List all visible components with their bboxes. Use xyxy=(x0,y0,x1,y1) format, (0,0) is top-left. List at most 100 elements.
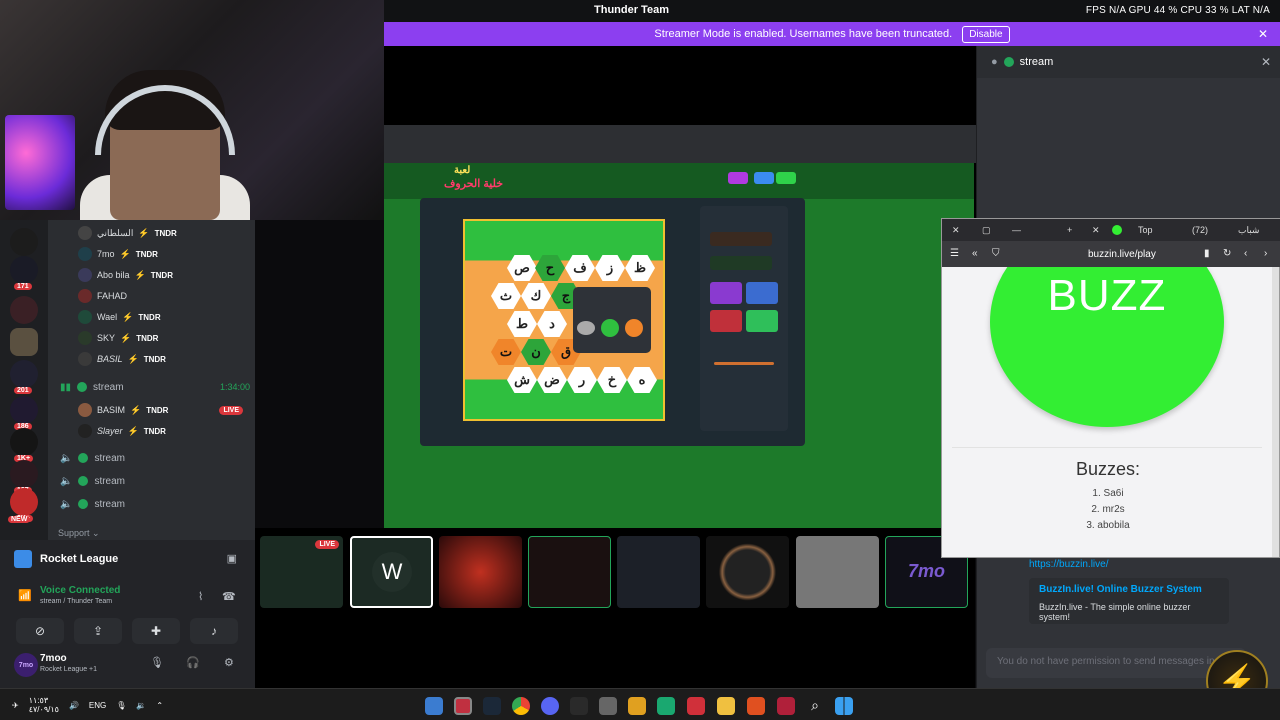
chrome-icon[interactable] xyxy=(512,697,530,715)
browser-tab[interactable]: شباب xyxy=(1238,225,1259,236)
voice-channel-stream[interactable]: 🔈 stream xyxy=(60,472,125,490)
game-button[interactable] xyxy=(728,172,748,184)
voice-member[interactable]: 7mo ⚡ TNDR xyxy=(78,245,158,263)
forward-icon[interactable]: › xyxy=(1264,248,1267,259)
control-button[interactable] xyxy=(746,282,778,304)
server-icon[interactable]: 201 xyxy=(10,360,38,394)
hex-cell[interactable]: ش xyxy=(507,367,537,393)
hex-cell[interactable]: خ xyxy=(597,367,627,393)
microphone-icon[interactable]: 🎙 xyxy=(150,656,164,669)
reload-icon[interactable]: ↻ xyxy=(1223,248,1231,259)
voice-member[interactable]: Abo bila ⚡ TNDR xyxy=(78,266,173,284)
server-icon[interactable] xyxy=(10,296,38,324)
game-button[interactable] xyxy=(754,172,774,184)
hex-cell[interactable]: ح xyxy=(535,255,565,281)
stream-thumbnail[interactable] xyxy=(706,536,789,608)
voice-member[interactable]: السلطاني ⚡ TNDR xyxy=(78,224,177,242)
server-icon[interactable] xyxy=(10,228,38,256)
microphone-icon[interactable]: 🎙 xyxy=(116,701,126,710)
team-green-button[interactable] xyxy=(601,319,619,337)
discord-icon[interactable] xyxy=(541,697,559,715)
voice-member[interactable]: Wael ⚡ TNDR xyxy=(78,308,161,326)
noise-suppression-icon[interactable]: ⌇ xyxy=(198,590,203,603)
hex-cell[interactable]: ت xyxy=(491,339,521,365)
close-icon[interactable]: ✕ xyxy=(952,225,960,236)
soundboard-button[interactable]: ♪ xyxy=(190,618,238,644)
hex-cell[interactable]: ن xyxy=(521,339,551,365)
browser-tab[interactable]: (72) xyxy=(1192,225,1208,235)
app-icon[interactable] xyxy=(777,697,795,715)
disable-streamer-button[interactable]: Disable xyxy=(962,25,1010,43)
chevron-left-icon[interactable]: « xyxy=(972,248,978,259)
notes-icon[interactable] xyxy=(599,697,617,715)
stream-thumbnail[interactable] xyxy=(439,536,522,608)
speaker-icon[interactable]: 🔊 xyxy=(69,701,79,710)
address-bar[interactable]: buzzin.live/play xyxy=(1088,249,1156,260)
server-icon[interactable]: 2K+ xyxy=(10,488,38,522)
minimize-icon[interactable]: — xyxy=(1012,225,1021,235)
voice-channel-stream[interactable]: 🔈 stream xyxy=(60,449,125,467)
menu-icon[interactable]: ☰ xyxy=(950,248,959,259)
stream-thumbnail[interactable]: LIVE xyxy=(260,536,343,608)
terminal-icon[interactable] xyxy=(570,697,588,715)
scrollbar[interactable] xyxy=(1272,267,1279,557)
close-icon[interactable]: ✕ xyxy=(1258,27,1268,41)
game-button[interactable] xyxy=(776,172,796,184)
app-icon[interactable] xyxy=(687,697,705,715)
chat-link[interactable]: https://buzzin.live/ xyxy=(1029,559,1108,570)
close-icon[interactable]: ✕ xyxy=(1261,55,1271,69)
control-button[interactable] xyxy=(710,310,742,332)
disconnect-icon[interactable]: ☎ xyxy=(222,590,236,603)
camera-off-button[interactable]: ⊘ xyxy=(16,618,64,644)
clock[interactable]: ١١:٥٣ ٤٧/٠٩/١٥ xyxy=(29,696,59,714)
app-icon[interactable] xyxy=(657,697,675,715)
server-icon[interactable]: 186 xyxy=(10,396,38,430)
hex-cell[interactable]: ف xyxy=(565,255,595,281)
stream-thumbnail[interactable] xyxy=(528,536,611,608)
voice-channel-stream[interactable]: 🔈 stream xyxy=(60,495,125,513)
stream-thumbnail[interactable] xyxy=(796,536,879,608)
stream-thumbnail[interactable]: W xyxy=(350,536,433,608)
back-icon[interactable]: ‹ xyxy=(1244,248,1247,259)
voice-member[interactable]: BASIL ⚡ TNDR xyxy=(78,350,166,368)
buzz-button[interactable]: BUZZ xyxy=(990,267,1224,427)
share-screen-button[interactable]: ⇪ xyxy=(74,618,122,644)
pin-icon[interactable]: ✈ xyxy=(12,701,19,710)
steam-icon[interactable] xyxy=(483,697,501,715)
hex-cell[interactable]: ط xyxy=(507,311,537,337)
server-icon[interactable]: 137 xyxy=(10,460,38,494)
server-icon[interactable]: 1K+ xyxy=(10,428,38,462)
hex-cell[interactable]: ر xyxy=(567,367,597,393)
hex-cell[interactable]: د xyxy=(537,311,567,337)
team-orange-button[interactable] xyxy=(625,319,643,337)
voice-member[interactable]: FAHAD xyxy=(78,287,127,305)
hex-cell[interactable]: ث xyxy=(491,283,521,309)
volume-icon[interactable]: 🔉 xyxy=(136,701,146,710)
hex-cell[interactable]: ص xyxy=(507,255,537,281)
hex-cell[interactable]: ك xyxy=(521,283,551,309)
search-icon[interactable]: ⌕ xyxy=(806,697,824,715)
hex-cell[interactable]: ض xyxy=(537,367,567,393)
activities-button[interactable]: ✚ xyxy=(132,618,180,644)
headphones-icon[interactable]: 🎧 xyxy=(186,656,200,669)
restore-icon[interactable]: ▢ xyxy=(982,225,991,236)
bookmark-icon[interactable]: ▮ xyxy=(1204,248,1210,259)
voice-member[interactable]: Slayer ⚡ TNDR xyxy=(78,422,166,440)
obs-icon[interactable] xyxy=(454,697,472,715)
app-icon[interactable] xyxy=(628,697,646,715)
size-slider[interactable] xyxy=(714,362,774,365)
hex-cell[interactable]: ه xyxy=(627,367,657,393)
close-icon[interactable]: ✕ xyxy=(1092,225,1100,236)
support-category[interactable]: Support ⌄ xyxy=(58,528,100,539)
activity-icon[interactable]: ▣ xyxy=(227,552,237,565)
new-tab-icon[interactable]: + xyxy=(1067,225,1072,235)
server-icon[interactable] xyxy=(10,328,38,356)
control-button[interactable] xyxy=(746,310,778,332)
stream-thumbnail[interactable] xyxy=(617,536,700,608)
avatar[interactable]: 7mo xyxy=(14,653,38,677)
embed-title[interactable]: BuzzIn.live! Online Buzzer System xyxy=(1039,584,1219,595)
brave-icon[interactable] xyxy=(747,697,765,715)
voice-connected-status[interactable]: Voice Connected xyxy=(40,585,120,596)
voice-channel-stream-active[interactable]: ▮▮ stream 1:34:00 xyxy=(60,378,250,396)
server-icon[interactable]: 171 xyxy=(10,256,38,290)
